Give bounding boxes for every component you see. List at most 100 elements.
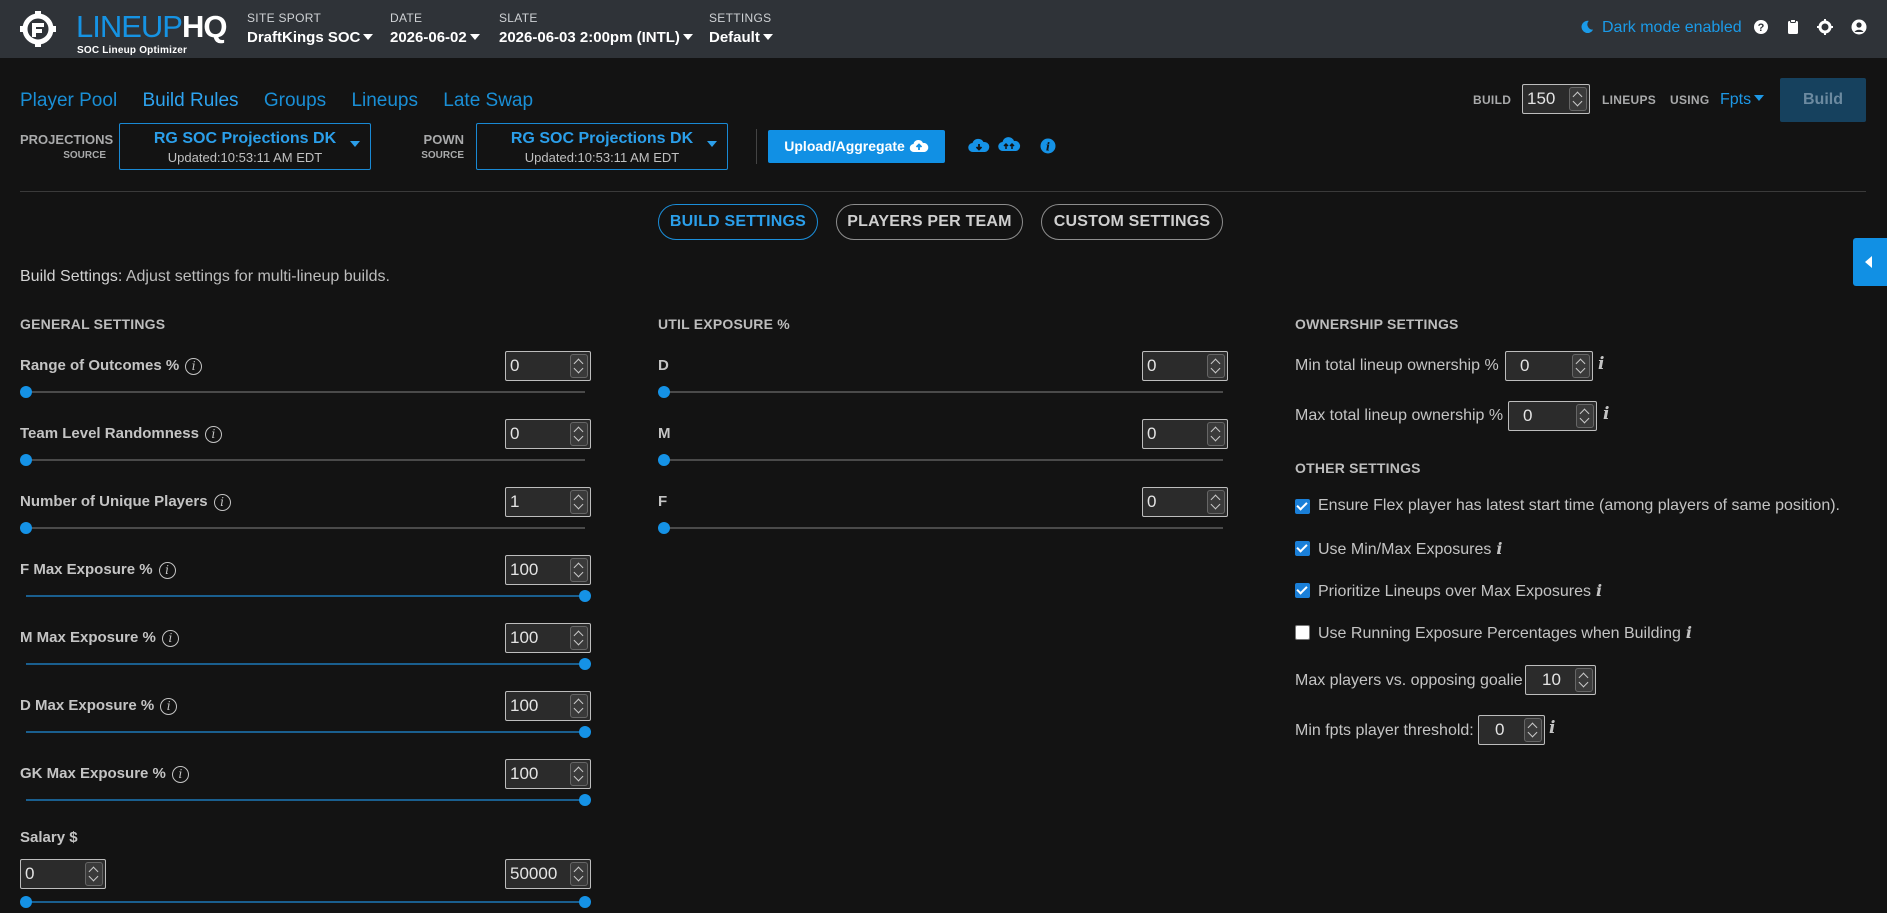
slider-thumb[interactable] bbox=[658, 522, 670, 534]
info-circle-icon[interactable]: i bbox=[158, 562, 176, 579]
gk-max-exposure-input[interactable]: 100 bbox=[505, 759, 591, 789]
d-max-exposure-slider[interactable] bbox=[26, 726, 591, 738]
gear-icon[interactable] bbox=[1817, 19, 1833, 35]
info-circle-icon[interactable]: i bbox=[185, 358, 203, 375]
info-icon[interactable]: i bbox=[1596, 581, 1602, 600]
checkbox-label-use-running-exposure-percentages-when-bu[interactable]: Use Running Exposure Percentages when Bu… bbox=[1318, 623, 1692, 643]
m-input[interactable]: 0 bbox=[1142, 419, 1228, 449]
d-slider[interactable] bbox=[658, 386, 1223, 398]
info-icon[interactable]: i bbox=[1686, 623, 1692, 642]
checkbox-label-use-min-max-exposures[interactable]: Use Min/Max Exposures i bbox=[1318, 539, 1502, 559]
info-circle-icon[interactable]: i bbox=[161, 630, 179, 647]
m-max-exposure-input[interactable]: 100 bbox=[505, 623, 591, 653]
checkbox-use-running-exposure-percentages-when-bu[interactable] bbox=[1295, 625, 1310, 640]
spinner-icon[interactable] bbox=[1524, 718, 1542, 742]
gk-max-exposure-slider[interactable] bbox=[26, 794, 591, 806]
f-slider[interactable] bbox=[658, 522, 1223, 534]
salary-max-input[interactable]: 50000 bbox=[505, 859, 591, 889]
slider-thumb[interactable] bbox=[20, 386, 32, 398]
min-fpts-threshold-input[interactable]: 0 bbox=[1478, 715, 1545, 745]
d-input[interactable]: 0 bbox=[1142, 351, 1228, 381]
min-ownership-input[interactable]: 0 bbox=[1505, 351, 1593, 381]
tab-groups[interactable]: Groups bbox=[264, 90, 326, 111]
info-icon[interactable]: i bbox=[1549, 718, 1555, 738]
checkbox-use-min-max-exposures[interactable] bbox=[1295, 541, 1310, 556]
spinner-icon[interactable] bbox=[1569, 87, 1587, 111]
tab-build-settings[interactable]: BUILD SETTINGS bbox=[658, 204, 818, 240]
spinner-icon[interactable] bbox=[570, 694, 588, 718]
slate-selector[interactable]: SLATE 2026-06-03 2:00pm (INTL) bbox=[499, 11, 693, 46]
spinner-icon[interactable] bbox=[85, 862, 103, 886]
spinner-icon[interactable] bbox=[570, 762, 588, 786]
range-of-outcomes-input[interactable]: 0 bbox=[505, 351, 591, 381]
m-max-exposure-slider[interactable] bbox=[26, 658, 591, 670]
m-slider[interactable] bbox=[658, 454, 1223, 466]
f-max-exposure-slider[interactable] bbox=[26, 590, 591, 602]
checkbox-ensure-flex-player-has-latest-start-time[interactable] bbox=[1295, 499, 1310, 514]
pown-source-select[interactable]: RG SOC Projections DK Updated:10:53:11 A… bbox=[476, 123, 728, 170]
spinner-icon[interactable] bbox=[1207, 490, 1225, 514]
site-sport-selector[interactable]: SITE SPORT DraftKings SOC bbox=[247, 11, 374, 46]
logo[interactable]: LINEUPHQ SOC Lineup Optimizer bbox=[20, 9, 232, 56]
team-level-randomness-input[interactable]: 0 bbox=[505, 419, 591, 449]
info-icon[interactable]: i bbox=[1603, 404, 1609, 424]
slider-thumb[interactable] bbox=[658, 454, 670, 466]
info-circle-icon[interactable]: i bbox=[213, 494, 231, 511]
team-level-randomness-slider[interactable] bbox=[20, 454, 585, 466]
info-circle-icon[interactable]: i bbox=[171, 766, 189, 783]
cloud-download-icon[interactable] bbox=[968, 137, 990, 155]
slider-thumb[interactable] bbox=[658, 386, 670, 398]
clipboard-icon[interactable] bbox=[1785, 19, 1801, 35]
info-circle-icon[interactable]: i bbox=[160, 698, 178, 715]
build-button[interactable]: Build bbox=[1780, 78, 1866, 122]
d-max-exposure-input[interactable]: 100 bbox=[505, 691, 591, 721]
date-selector[interactable]: DATE 2026-06-02 bbox=[390, 11, 480, 46]
tab-players-per-team[interactable]: PLAYERS PER TEAM bbox=[836, 204, 1023, 240]
tab-build-rules[interactable]: Build Rules bbox=[142, 90, 238, 111]
checkbox-label-prioritize-lineups-over-max-exposures[interactable]: Prioritize Lineups over Max Exposures i bbox=[1318, 581, 1602, 601]
side-panel-toggle[interactable] bbox=[1853, 238, 1887, 286]
spinner-icon[interactable] bbox=[570, 558, 588, 582]
f-max-exposure-input[interactable]: 100 bbox=[505, 555, 591, 585]
max-ownership-input[interactable]: 0 bbox=[1508, 401, 1597, 431]
user-icon[interactable] bbox=[1851, 19, 1867, 35]
slider-thumb[interactable] bbox=[579, 794, 591, 806]
projections-source-select[interactable]: RG SOC Projections DK Updated:10:53:11 A… bbox=[119, 123, 371, 170]
salary-max-thumb[interactable] bbox=[579, 896, 591, 908]
cloud-upload-multi-icon[interactable] bbox=[998, 136, 1022, 154]
spinner-icon[interactable] bbox=[570, 862, 588, 886]
tab-custom-settings[interactable]: CUSTOM SETTINGS bbox=[1041, 204, 1223, 240]
salary-min-thumb[interactable] bbox=[20, 896, 32, 908]
spinner-icon[interactable] bbox=[1575, 668, 1593, 692]
spinner-icon[interactable] bbox=[570, 354, 588, 378]
upload-aggregate-button[interactable]: Upload/Aggregate bbox=[768, 130, 945, 163]
info-icon[interactable]: i bbox=[1040, 138, 1056, 154]
max-players-vs-goalie-input[interactable]: 10 bbox=[1525, 665, 1596, 695]
spinner-icon[interactable] bbox=[1572, 354, 1590, 378]
slider-thumb[interactable] bbox=[579, 658, 591, 670]
spinner-icon[interactable] bbox=[570, 490, 588, 514]
checkbox-prioritize-lineups-over-max-exposures[interactable] bbox=[1295, 583, 1310, 598]
slider-thumb[interactable] bbox=[579, 590, 591, 602]
range-of-outcomes-slider[interactable] bbox=[20, 386, 585, 398]
info-circle-icon[interactable]: i bbox=[204, 426, 222, 443]
using-selector[interactable]: Fpts bbox=[1720, 91, 1765, 109]
spinner-icon[interactable] bbox=[1576, 404, 1594, 428]
tab-player-pool[interactable]: Player Pool bbox=[20, 90, 117, 111]
tab-late-swap[interactable]: Late Swap bbox=[443, 90, 533, 111]
number-of-unique-players-slider[interactable] bbox=[20, 522, 585, 534]
checkbox-label-ensure-flex-player-has-latest-start-time[interactable]: Ensure Flex player has latest start time… bbox=[1318, 497, 1840, 515]
build-count-input[interactable]: 150 bbox=[1522, 84, 1590, 114]
salary-range-slider[interactable] bbox=[20, 896, 591, 908]
spinner-icon[interactable] bbox=[1207, 354, 1225, 378]
slider-thumb[interactable] bbox=[20, 522, 32, 534]
info-icon[interactable]: i bbox=[1598, 354, 1604, 374]
salary-min-input[interactable]: 0 bbox=[20, 859, 106, 889]
number-of-unique-players-input[interactable]: 1 bbox=[505, 487, 591, 517]
settings-selector[interactable]: SETTINGS Default bbox=[709, 11, 773, 46]
slider-thumb[interactable] bbox=[20, 454, 32, 466]
spinner-icon[interactable] bbox=[570, 422, 588, 446]
spinner-icon[interactable] bbox=[1207, 422, 1225, 446]
info-icon[interactable]: i bbox=[1496, 539, 1502, 558]
help-icon[interactable]: ? bbox=[1753, 19, 1769, 35]
